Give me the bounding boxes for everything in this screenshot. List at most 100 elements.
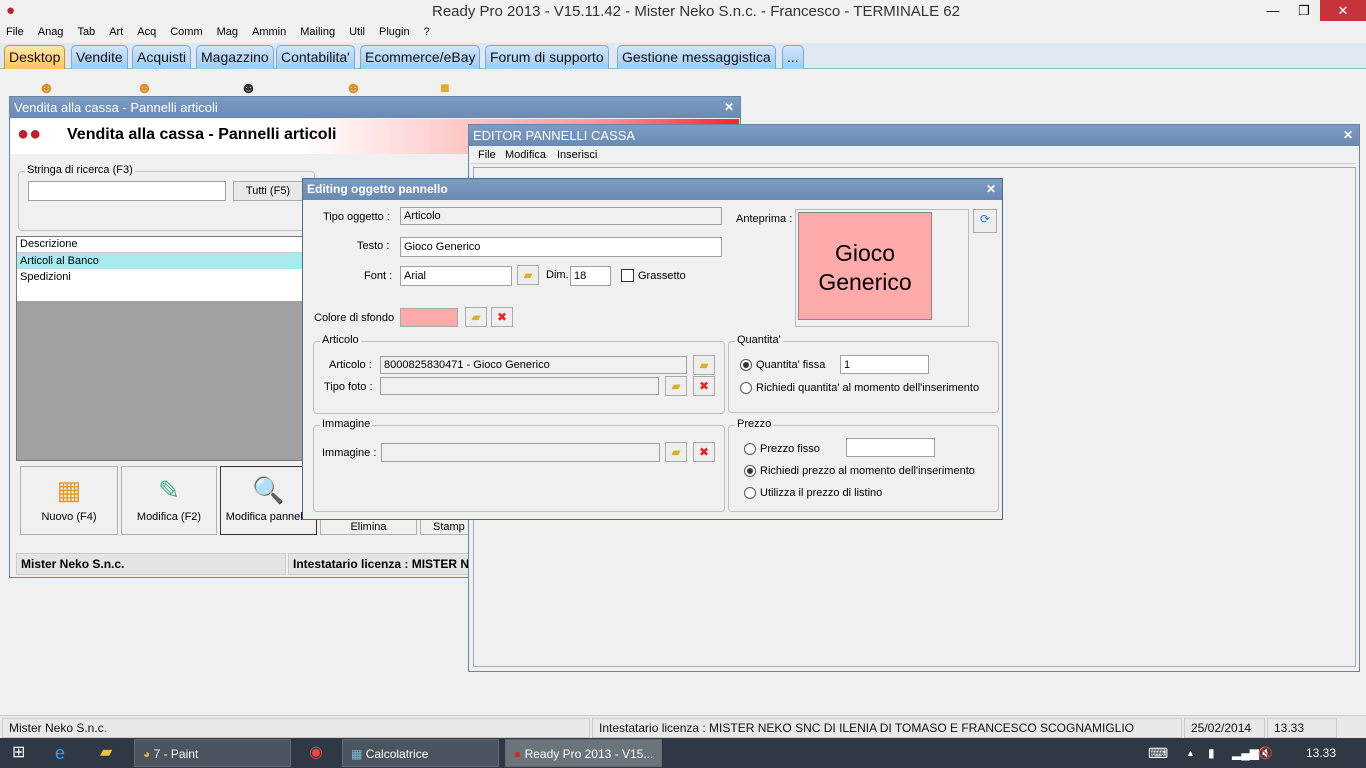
menu-comm[interactable]: Comm — [170, 23, 202, 42]
minimize-button[interactable]: — — [1258, 0, 1288, 21]
prezzo-listino-radio[interactable]: Utilizza il prezzo di listino — [744, 487, 882, 500]
tab-vendite[interactable]: Vendite — [71, 45, 128, 69]
radio-indicator — [744, 443, 756, 456]
tab-acquisti[interactable]: Acquisti — [132, 45, 192, 69]
taskbar-readypro[interactable]: ● Ready Pro 2013 - V15... — [505, 739, 662, 767]
tipofoto-field[interactable] — [380, 377, 659, 395]
editor-title: EDITOR PANNELLI CASSA — [473, 128, 636, 143]
menu-art[interactable]: Art — [109, 23, 123, 42]
menu-anag[interactable]: Anag — [38, 23, 64, 42]
panel-list[interactable]: Descrizione Articoli al Banco Spedizioni — [16, 236, 306, 461]
articolo-label: Articolo : — [329, 359, 372, 371]
prezzo-richiedi-radio[interactable]: Richiedi prezzo al momento dell'inserime… — [744, 465, 975, 478]
new-button[interactable]: ▦ Nuovo (F4) — [20, 466, 118, 535]
immagine-clear-button[interactable]: ✖ — [693, 442, 715, 462]
paint-icon: ◕ — [143, 747, 151, 761]
taskbar-calcolatrice[interactable]: ▦ Calcolatrice — [342, 739, 499, 767]
tab-contabilita[interactable]: Contabilita' — [276, 45, 355, 69]
radio-indicator — [740, 382, 752, 395]
radio-indicator — [740, 359, 752, 372]
menu-bar: File Anag Tab Art Acq Comm Mag Ammin Mai… — [0, 23, 1366, 42]
list-row[interactable]: Articoli al Banco — [17, 253, 305, 269]
strawberry-logo-icon: ● — [6, 2, 16, 19]
radio-indicator — [744, 487, 756, 500]
tab-more[interactable]: ... — [782, 45, 804, 69]
close-icon[interactable]: ✕ — [724, 97, 734, 118]
tipofoto-clear-button[interactable]: ✖ — [693, 376, 715, 396]
bold-checkbox[interactable] — [621, 269, 634, 282]
tab-messaggistica[interactable]: Gestione messaggistica — [617, 45, 776, 69]
colore-clear-button[interactable]: ✖ — [491, 307, 513, 327]
tab-ecommerce[interactable]: Ecommerce/eBay — [360, 45, 481, 69]
strawberry-icon: ●● — [17, 123, 42, 145]
editor-menu-modifica[interactable]: Modifica — [505, 149, 546, 161]
vendita-window-title: Vendita alla cassa - Pannelli articoli — [14, 100, 218, 115]
prezzo-input[interactable] — [846, 438, 935, 457]
tab-desktop[interactable]: Desktop — [4, 45, 66, 69]
dim-input[interactable]: 18 — [570, 266, 611, 286]
menu-acq[interactable]: Acq — [137, 23, 156, 42]
immagine-field[interactable] — [381, 443, 660, 462]
battery-icon[interactable]: ▮ — [1208, 739, 1215, 767]
taskbar-paint[interactable]: ◕ 7 - Paint — [134, 739, 291, 767]
prezzo-fisso-radio[interactable]: Prezzo fisso — [744, 443, 820, 456]
colore-swatch[interactable] — [400, 308, 458, 327]
close-icon[interactable]: ✕ — [1343, 125, 1353, 146]
tipo-field: Articolo — [400, 207, 722, 225]
articolo-field: 8000825830471 - Gioco Generico — [380, 356, 687, 374]
menu-help[interactable]: ? — [424, 23, 430, 42]
close-icon[interactable]: ✕ — [986, 179, 996, 200]
menu-file[interactable]: File — [6, 23, 24, 42]
quantita-fissa-label: Quantita' fissa — [756, 359, 826, 371]
tipofoto-browse-button[interactable]: ▰ — [665, 376, 687, 396]
pencil-icon: ✎ — [158, 475, 180, 505]
new-button-label: Nuovo (F4) — [41, 511, 97, 523]
keyboard-icon[interactable]: ⌨ — [1148, 739, 1168, 767]
menu-tab[interactable]: Tab — [77, 23, 95, 42]
quantita-input[interactable]: 1 — [840, 355, 929, 374]
maximize-button[interactable]: ❐ — [1289, 0, 1319, 21]
volume-muted-icon[interactable]: 🔇 — [1258, 739, 1273, 767]
menu-util[interactable]: Util — [349, 23, 365, 42]
prezzo-richiedi-label: Richiedi prezzo al momento dell'inserime… — [760, 465, 975, 477]
search-input[interactable] — [28, 181, 226, 201]
quantita-group-label: Quantita' — [735, 334, 783, 346]
calculator-icon: ▦ — [351, 747, 363, 761]
articolo-browse-button[interactable]: ▰ — [693, 355, 715, 375]
status-bar: Mister Neko S.n.c. Intestatario licenza … — [0, 715, 1366, 738]
quantita-fissa-radio[interactable]: Quantita' fissa — [740, 359, 826, 372]
clock[interactable]: 13.33 — [1306, 739, 1336, 767]
menu-mag[interactable]: Mag — [217, 23, 238, 42]
list-header[interactable]: Descrizione — [17, 237, 305, 253]
menu-mailing[interactable]: Mailing — [300, 23, 335, 42]
close-button[interactable]: ✕ — [1320, 0, 1366, 21]
testo-input[interactable]: Gioco Generico — [400, 237, 722, 257]
all-button[interactable]: Tutti (F5) — [233, 181, 303, 201]
tipo-label: Tipo oggetto : — [323, 211, 390, 223]
editor-menu-inserisci[interactable]: Inserisci — [557, 149, 597, 161]
list-row[interactable]: Spedizioni — [17, 269, 305, 285]
menu-ammin[interactable]: Ammin — [252, 23, 286, 42]
articolo-group-label: Articolo — [320, 334, 361, 346]
file-explorer-icon[interactable]: ▰ — [100, 739, 112, 767]
menu-plugin[interactable]: Plugin — [379, 23, 410, 42]
edit-button[interactable]: ✎ Modifica (F2) — [121, 466, 217, 535]
vendita-window-titlebar: Vendita alla cassa - Pannelli articoli ✕ — [10, 97, 740, 118]
show-hidden-icons[interactable]: ▲ — [1186, 739, 1195, 767]
chrome-icon[interactable]: ◉ — [309, 739, 323, 767]
quantita-richiedi-radio[interactable]: Richiedi quantita' al momento dell'inser… — [740, 382, 979, 395]
delete-button-label: Elimina — [350, 521, 387, 533]
windows-start-icon[interactable]: ⊞ — [12, 739, 25, 767]
font-browse-button[interactable]: ▰ — [517, 265, 539, 285]
editor-menu-file[interactable]: File — [478, 149, 496, 161]
font-input[interactable]: Arial — [400, 266, 512, 286]
tab-forum[interactable]: Forum di supporto — [485, 45, 609, 69]
refresh-button[interactable]: ⟳ — [973, 209, 997, 233]
immagine-browse-button[interactable]: ▰ — [665, 442, 687, 462]
colore-browse-button[interactable]: ▰ — [465, 307, 487, 327]
internet-explorer-icon[interactable]: e — [55, 739, 65, 767]
title-bar: ● Ready Pro 2013 - V15.11.42 - Mister Ne… — [0, 0, 1366, 23]
signal-icon[interactable]: ▂▄▆ — [1232, 739, 1259, 767]
tab-magazzino[interactable]: Magazzino — [196, 45, 274, 69]
immagine-group-label: Immagine — [320, 418, 373, 430]
